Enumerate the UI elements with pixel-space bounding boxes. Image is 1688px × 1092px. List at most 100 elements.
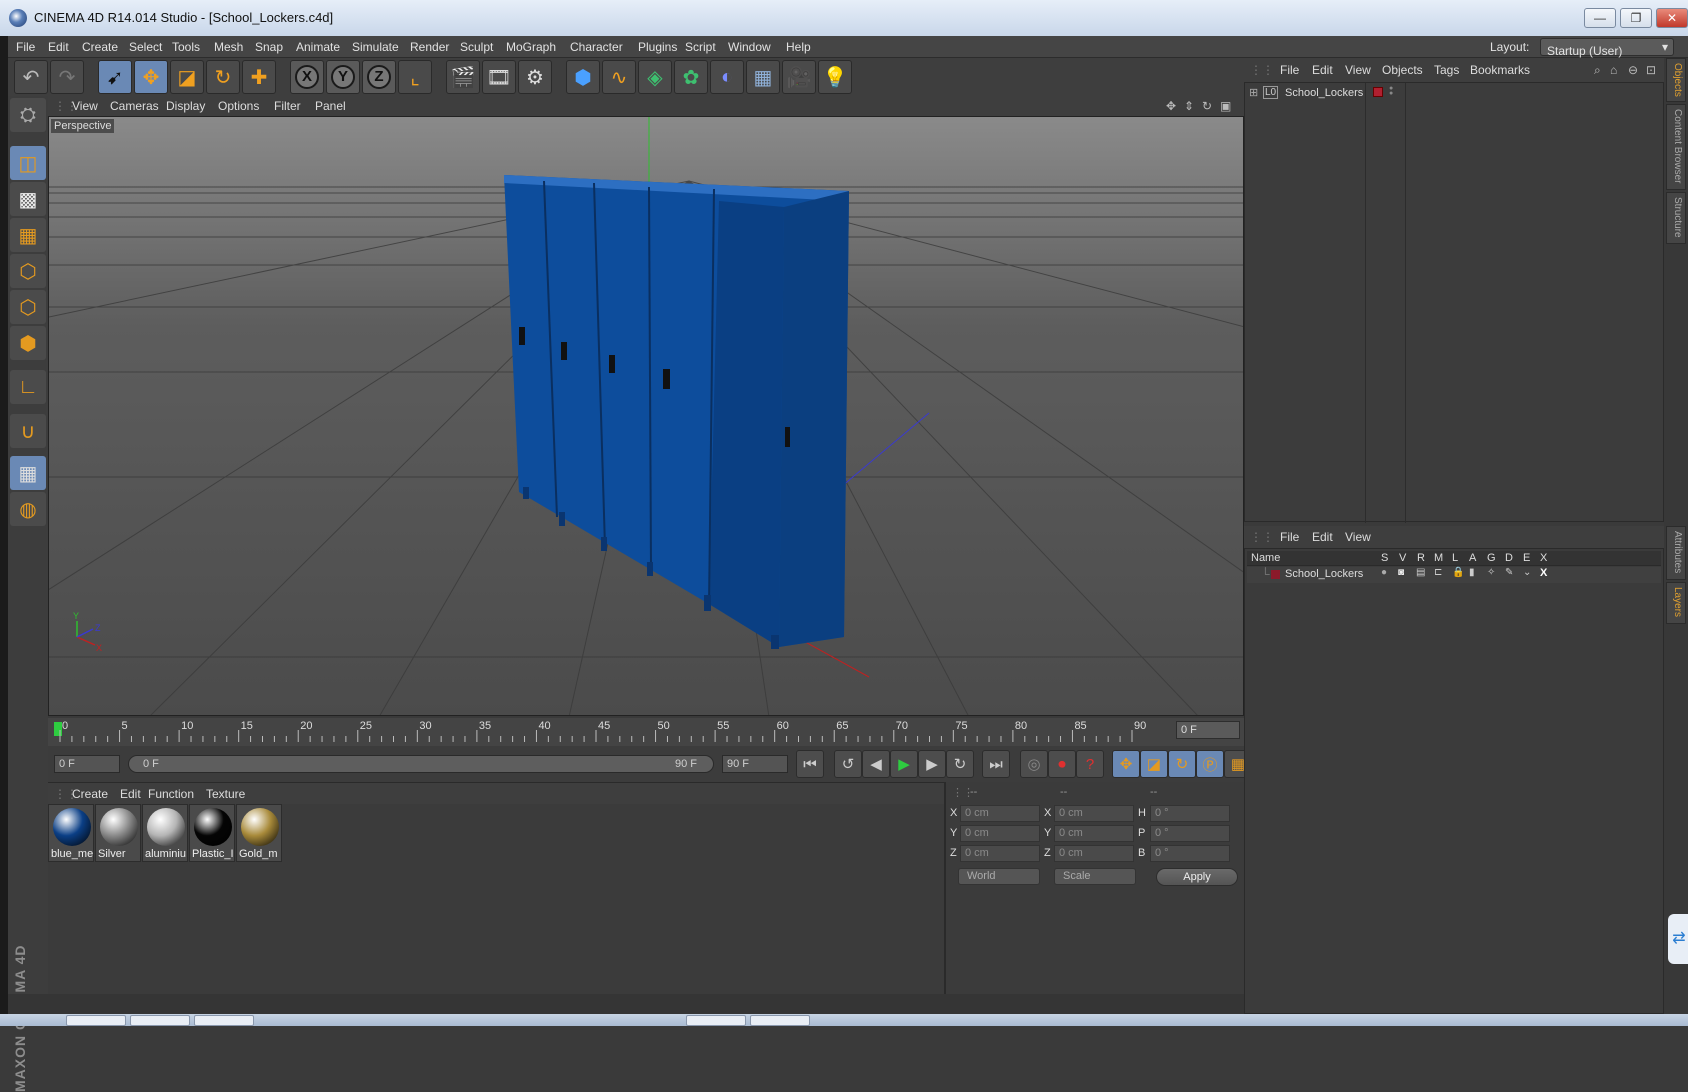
menu-mesh[interactable]: Mesh [214,40,243,54]
material-swatch[interactable]: aluminiu [142,804,188,862]
layer-color-swatch[interactable] [1271,570,1280,579]
menu-simulate[interactable]: Simulate [352,40,399,54]
render-picture-queue-icon[interactable]: 🎞 [482,60,516,94]
rotation-b-field[interactable]: 0 ° [1150,845,1230,862]
new-window-icon[interactable]: ⊡ [1646,63,1656,77]
key-parameter-icon[interactable]: Ⓟ [1196,750,1224,778]
deformer-icon[interactable]: ◐ [710,60,744,94]
search-icon[interactable]: ⌕ [1594,63,1601,78]
generators-toggle-icon[interactable]: ✧ [1487,567,1495,578]
manager-toggle-icon[interactable]: ⊏ [1434,567,1442,578]
menu-script[interactable]: Script [685,40,716,54]
tab-attributes[interactable]: Attributes [1666,526,1686,580]
taskbar-item[interactable] [194,1015,254,1026]
render-toggle-icon[interactable]: ▤ [1416,567,1425,578]
goto-start-icon[interactable]: ⏮ [796,750,824,778]
tab-content-browser[interactable]: Content Browser [1666,104,1686,190]
menu-sculpt[interactable]: Sculpt [460,40,493,54]
points-mode-icon[interactable]: ⬡ [10,254,46,288]
viewport-zoom-icon[interactable]: ⇕ [1184,99,1194,113]
menu-plugins[interactable]: Plugins [638,40,677,54]
menu-snap[interactable]: Snap [255,40,283,54]
viewport-rotate-icon[interactable]: ↻ [1202,99,1212,113]
edges-mode-icon[interactable]: ⬡ [10,290,46,324]
menu-help[interactable]: Help [786,40,811,54]
material-menu-function[interactable]: Function [148,787,194,801]
column-v[interactable]: V [1399,552,1406,564]
end-frame-field[interactable]: 90 F [722,755,788,773]
menu-select[interactable]: Select [129,40,162,54]
visibility-dots-icon[interactable]: ●● [1389,86,1393,96]
playhead[interactable] [54,722,62,736]
rotation-h-field[interactable]: 0 ° [1150,805,1230,822]
move-icon[interactable]: ✥ [134,60,168,94]
key-position-icon[interactable]: ✥ [1112,750,1140,778]
column-name[interactable]: Name [1251,552,1280,564]
solo-icon[interactable]: ◍ [10,492,46,526]
size-mode-select[interactable]: Scale [1054,868,1136,885]
snap-icon[interactable]: ∪ [10,414,46,448]
viewport-menu-panel[interactable]: Panel [315,99,346,113]
axis-mode-icon[interactable]: ∟ [10,370,46,404]
previous-key-icon[interactable]: ↺ [834,750,862,778]
position-z-field[interactable]: 0 cm [960,845,1040,862]
rotate-icon[interactable]: ↻ [206,60,240,94]
menu-animate[interactable]: Animate [296,40,340,54]
frame-range-slider[interactable]: 0 F 90 F [128,755,714,773]
timeline-ruler[interactable]: 051015202530354045505560657075808590 0 F [48,718,1244,746]
size-z-field[interactable]: 0 cm [1054,845,1134,862]
viewport-menu-cameras[interactable]: Cameras [110,99,159,113]
workplane-mode-icon[interactable]: ▦ [10,218,46,252]
menu-mograph[interactable]: MoGraph [506,40,556,54]
column-r[interactable]: R [1417,552,1425,564]
column-e[interactable]: E [1523,552,1530,564]
select-icon[interactable]: ➹ [98,60,132,94]
rotation-p-field[interactable]: 0 ° [1150,825,1230,842]
coordinate-system-select[interactable]: World [958,868,1040,885]
layers-menu-file[interactable]: File [1280,530,1299,544]
material-swatch[interactable]: Silver [95,804,141,862]
edit-render-settings-icon[interactable]: ⚙ [518,60,552,94]
menu-edit[interactable]: Edit [48,40,69,54]
deformers-toggle-icon[interactable]: ✎ [1505,567,1513,578]
material-swatch[interactable]: Gold_m [236,804,282,862]
menu-render[interactable]: Render [410,40,449,54]
material-swatch[interactable]: blue_me [48,804,94,862]
redo-icon[interactable]: ↷ [50,60,84,94]
play-icon[interactable]: ▶ [890,750,918,778]
viewport-menu-options[interactable]: Options [218,99,259,113]
x-axis-icon[interactable]: X [290,60,324,94]
add-icon[interactable]: ✚ [242,60,276,94]
position-y-field[interactable]: 0 cm [960,825,1040,842]
undo-icon[interactable]: ↶ [14,60,48,94]
layout-select[interactable]: Startup (User)▾ [1540,38,1674,56]
expressions-toggle-icon[interactable]: ⌄ [1523,567,1531,578]
model-mode-icon[interactable]: ◫ [10,146,46,180]
apply-button[interactable]: Apply [1156,868,1238,886]
camera-icon[interactable]: 🎥 [782,60,816,94]
material-menu-create[interactable]: Create [72,787,108,801]
z-axis-icon[interactable]: Z [362,60,396,94]
polygons-mode-icon[interactable]: ⬢ [10,326,46,360]
solo-toggle-icon[interactable]: ● [1381,567,1387,578]
material-menu-edit[interactable]: Edit [120,787,141,801]
column-g[interactable]: G [1487,552,1496,564]
taskbar-item[interactable] [686,1015,746,1026]
column-s[interactable]: S [1381,552,1388,564]
texture-mode-icon[interactable]: ▩ [10,182,46,216]
perspective-viewport[interactable]: Y X Z Perspective [48,116,1244,716]
maximize-button[interactable]: ❐ [1620,8,1652,28]
key-rotation-icon[interactable]: ↻ [1168,750,1196,778]
spline-icon[interactable]: ∿ [602,60,636,94]
workplane-lock-icon[interactable]: ▦ [10,456,46,490]
column-m[interactable]: M [1434,552,1443,564]
light-icon[interactable]: 💡 [818,60,852,94]
autokey-icon[interactable]: ⏺ [1048,750,1076,778]
coordinate-icon[interactable]: ⌞ [398,60,432,94]
viewport-menu-filter[interactable]: Filter [274,99,301,113]
taskbar-item[interactable] [66,1015,126,1026]
tab-objects[interactable]: Objects [1666,58,1686,102]
objects-menu-objects[interactable]: Objects [1382,63,1423,77]
layer-row[interactable]: └ School_Lockers ● ◙ ▤ ⊏ 🔒 ▮ ✧ ✎ ⌄ X [1247,567,1661,583]
previous-frame-icon[interactable]: ◀ [862,750,890,778]
